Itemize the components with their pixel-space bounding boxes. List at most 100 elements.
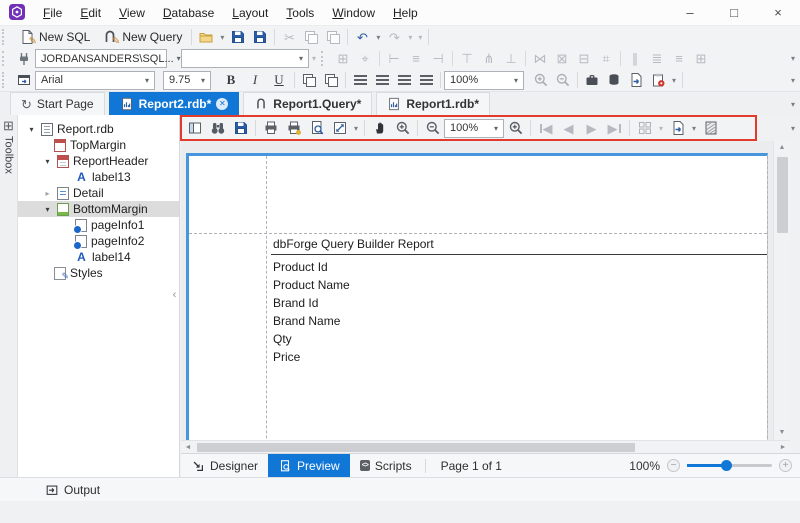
align-bottoms-button[interactable]: ⊥ bbox=[500, 49, 522, 69]
cut-button[interactable]: ✂ bbox=[278, 27, 300, 47]
previous-page-button[interactable]: ◀ bbox=[557, 118, 580, 138]
toolbar-grip[interactable] bbox=[2, 72, 11, 88]
chevron-down-icon[interactable]: ▾ bbox=[42, 205, 53, 214]
zoom-slider[interactable] bbox=[687, 460, 772, 471]
menu-item[interactable]: Edit bbox=[71, 0, 110, 25]
open-file-button[interactable] bbox=[195, 27, 217, 47]
center-horizontal-button[interactable]: ≡ bbox=[668, 49, 690, 69]
layout-tool-button[interactable]: ⌖ bbox=[354, 49, 376, 69]
preview-toolbar-overflow-dropdown[interactable]: ▾ bbox=[791, 124, 795, 133]
scroll-right-icon[interactable]: ► bbox=[776, 444, 790, 451]
clipboard-dropdown[interactable]: ▾ bbox=[669, 76, 679, 85]
scale-dropdown[interactable]: ▾ bbox=[351, 124, 361, 133]
zoom-in-button[interactable]: + bbox=[779, 459, 792, 472]
align-centers-button[interactable]: ≡ bbox=[405, 49, 427, 69]
tree-item-detail[interactable]: ▸ Detail bbox=[18, 185, 179, 201]
align-lefts-button[interactable]: ⊢ bbox=[383, 49, 405, 69]
tab-start-page[interactable]: ↻ Start Page bbox=[10, 92, 105, 115]
new-sql-button[interactable]: ✎ New SQL bbox=[13, 27, 96, 47]
tree-item-label13[interactable]: A label13 bbox=[18, 169, 179, 185]
tab-scripts[interactable]: <> Scripts bbox=[350, 454, 422, 478]
tree-item-page-info1[interactable]: pageInfo1 bbox=[18, 217, 179, 234]
save-button[interactable] bbox=[227, 27, 249, 47]
export-dropdown[interactable]: ▾ bbox=[689, 124, 699, 133]
database-split-dropdown[interactable]: ▾ bbox=[309, 54, 319, 63]
maximize-button[interactable]: □ bbox=[712, 0, 756, 26]
menu-item[interactable]: Window bbox=[323, 0, 384, 25]
menu-item[interactable]: Help bbox=[384, 0, 427, 25]
magnifier-button[interactable] bbox=[391, 118, 414, 138]
align-middles-button[interactable]: ⋔ bbox=[478, 49, 500, 69]
last-page-button[interactable]: ▶ bbox=[603, 118, 626, 138]
panel-collapse-arrow[interactable]: ‹ bbox=[170, 288, 179, 304]
toolbox-button[interactable] bbox=[581, 70, 603, 90]
font-name-combo[interactable]: Arial ▾ bbox=[35, 70, 155, 90]
toolbar-grip[interactable] bbox=[2, 51, 11, 66]
watermark-button[interactable] bbox=[699, 118, 722, 138]
toolbar-overflow-dropdown[interactable]: ▾ bbox=[791, 54, 795, 63]
align-tops-button[interactable]: ⊤ bbox=[456, 49, 478, 69]
space-horizontally-button[interactable]: ∥ bbox=[624, 49, 646, 69]
zoom-in-button[interactable] bbox=[504, 118, 527, 138]
chevron-down-icon[interactable]: ▾ bbox=[42, 157, 53, 166]
toolbar-overflow-dropdown[interactable]: ▾ bbox=[791, 76, 795, 85]
undo-dropdown[interactable]: ▾ bbox=[373, 33, 383, 42]
multiple-pages-button[interactable] bbox=[633, 118, 656, 138]
preview-zoom-combo[interactable]: 100% ▾ bbox=[444, 118, 504, 138]
same-width-button[interactable]: ⋈ bbox=[529, 49, 551, 69]
tab-report2[interactable]: Report2.rdb* ✕ bbox=[108, 92, 240, 115]
tree-item-label14[interactable]: A label14 bbox=[18, 249, 179, 265]
scale-to-fit-button[interactable] bbox=[328, 118, 351, 138]
zoom-in-button[interactable] bbox=[530, 70, 552, 90]
vertical-scrollbar[interactable]: ▲ ▼ bbox=[773, 141, 790, 440]
connection-combo[interactable]: JORDANSANDERS\SQL... ▾ bbox=[35, 49, 181, 68]
font-size-combo[interactable]: 9.75 ▾ bbox=[163, 70, 211, 90]
hand-tool-button[interactable] bbox=[368, 118, 391, 138]
print-button[interactable] bbox=[259, 118, 282, 138]
toolbox-tab[interactable]: Toolbox bbox=[3, 136, 15, 174]
close-tab-icon[interactable]: ✕ bbox=[216, 98, 229, 110]
database-combo[interactable]: ▾ bbox=[181, 49, 309, 68]
menu-item[interactable]: View bbox=[110, 0, 154, 25]
menu-item[interactable]: File bbox=[34, 0, 71, 25]
window-position-button[interactable] bbox=[13, 70, 35, 90]
search-button[interactable] bbox=[206, 118, 229, 138]
zoom-slider-thumb[interactable] bbox=[721, 460, 733, 471]
italic-button[interactable]: I bbox=[243, 70, 267, 90]
layout-tool-button[interactable]: ⊞ bbox=[332, 49, 354, 69]
chevron-down-icon[interactable]: ▾ bbox=[26, 125, 37, 134]
parameters-panel-button[interactable] bbox=[183, 118, 206, 138]
tab-report1-rdb[interactable]: Report1.rdb* bbox=[376, 92, 491, 115]
report-preview-canvas[interactable]: dbForge Query Builder Report Product Id P… bbox=[181, 141, 773, 440]
export-document-button[interactable] bbox=[666, 118, 689, 138]
bring-to-front-button[interactable] bbox=[298, 70, 320, 90]
align-rights-button[interactable]: ⊣ bbox=[427, 49, 449, 69]
same-height-button[interactable]: ⊠ bbox=[551, 49, 573, 69]
scroll-up-icon[interactable]: ▲ bbox=[779, 141, 786, 155]
horizontal-scroll-thumb[interactable] bbox=[197, 442, 635, 452]
align-text-center-button[interactable] bbox=[371, 70, 393, 90]
more-dropdown[interactable]: ▾ bbox=[415, 33, 425, 42]
tree-item-top-margin[interactable]: TopMargin bbox=[18, 137, 179, 153]
grid-snap-button[interactable]: ⌗ bbox=[595, 49, 617, 69]
menu-item[interactable]: Tools bbox=[277, 0, 323, 25]
menu-item[interactable]: Layout bbox=[223, 0, 277, 25]
zoom-combo[interactable]: 100% ▾ bbox=[444, 70, 524, 90]
undo-button[interactable]: ↶ bbox=[351, 27, 373, 47]
tab-report1-query[interactable]: Report1.Query* bbox=[243, 92, 373, 115]
toolbar-grip[interactable] bbox=[2, 29, 11, 45]
zoom-out-button[interactable] bbox=[552, 70, 574, 90]
tree-item-page-info2[interactable]: pageInfo2 bbox=[18, 233, 179, 250]
export-report-button[interactable] bbox=[625, 70, 647, 90]
page-setup-button[interactable] bbox=[305, 118, 328, 138]
tab-overflow-dropdown[interactable]: ▾ bbox=[791, 100, 795, 109]
tree-item-report-rdb[interactable]: ▾ Report.rdb bbox=[18, 121, 179, 137]
same-size-button[interactable]: ⊟ bbox=[573, 49, 595, 69]
minimize-button[interactable]: – bbox=[668, 0, 712, 26]
multiple-pages-dropdown[interactable]: ▾ bbox=[656, 124, 666, 133]
first-page-button[interactable]: ◀ bbox=[534, 118, 557, 138]
save-all-button[interactable] bbox=[249, 27, 271, 47]
tree-item-report-header[interactable]: ▾ ReportHeader bbox=[18, 153, 179, 169]
tab-preview[interactable]: Preview bbox=[268, 453, 350, 478]
chevron-right-icon[interactable]: ▸ bbox=[42, 189, 53, 198]
